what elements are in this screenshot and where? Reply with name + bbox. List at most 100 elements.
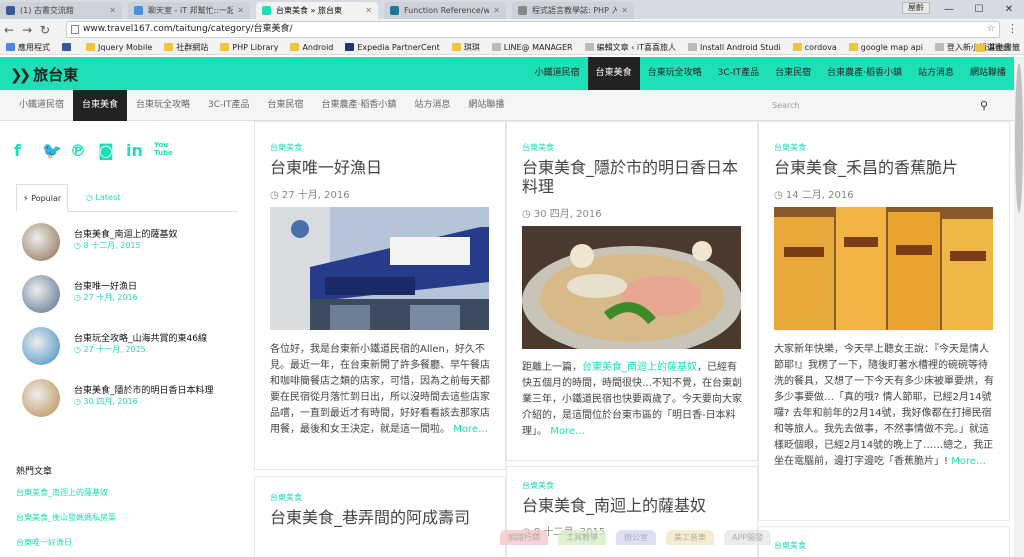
post-image[interactable]	[774, 207, 993, 330]
bookmark-item[interactable]: Android	[290, 43, 333, 52]
reload-icon[interactable]: ↻	[36, 23, 54, 37]
sub-nav-item[interactable]: 網站聯播	[459, 90, 513, 121]
bookmark-item[interactable]: 琪琪	[451, 42, 480, 53]
sub-nav-item[interactable]: 小鐵道民宿	[10, 90, 73, 121]
more-link[interactable]: More…	[453, 424, 488, 435]
post-title[interactable]: 台東唯一好漁日	[270, 158, 490, 177]
bookmark-item[interactable]: Jquery Mobile	[86, 43, 152, 52]
hot-article-link[interactable]: 台東唯一好漁日	[16, 537, 116, 557]
post-title[interactable]: 台東美食_南迴上的薩基奴	[522, 496, 748, 515]
bookmark-item[interactable]: Expedia PartnerCent	[345, 43, 440, 52]
post-category[interactable]: 台東美食	[270, 492, 302, 503]
floating-tag[interactable]: 辦公室	[616, 530, 656, 545]
browser-tab[interactable]: (1) 古書交流館 ✕	[0, 2, 122, 19]
main-nav-item[interactable]: 3C-IT產品	[710, 57, 767, 90]
post-title[interactable]: 台東美食_隱於市的明日香日本料理	[522, 158, 748, 196]
pinterest-icon[interactable]: ℗	[70, 141, 98, 160]
main-nav-item[interactable]: 台東民宿	[767, 57, 819, 90]
post-thumbnail[interactable]	[22, 327, 60, 365]
main-nav-item[interactable]: 網站聯播	[962, 57, 1014, 90]
bookmark-item[interactable]	[62, 43, 74, 51]
post-title[interactable]: 台東美食_巷弄間的阿成壽司	[270, 508, 490, 527]
sub-nav-item[interactable]: 台東民宿	[258, 90, 312, 121]
site-logo[interactable]: ❯❯ 旅台東	[10, 64, 78, 85]
scrollbar-thumb[interactable]	[1015, 63, 1023, 213]
sub-nav-item[interactable]: 台東農產·稻香小鎮	[312, 90, 405, 121]
bookmark-item[interactable]: 應用程式	[6, 42, 50, 53]
twitter-icon[interactable]: 🐦	[42, 141, 70, 160]
bookmark-item[interactable]: 社群網站	[164, 42, 208, 53]
post-category[interactable]: 台東美食	[522, 480, 554, 491]
tab-close-icon[interactable]: ✕	[365, 6, 372, 15]
youtube-icon[interactable]: You Tube	[154, 141, 182, 160]
more-link[interactable]: More…	[550, 426, 585, 437]
floating-tag[interactable]: APP開發	[724, 530, 772, 545]
floating-tag[interactable]: 美工音樂	[666, 530, 714, 545]
popular-post[interactable]: 台東美食_隱於市的明日香日本料理 ◷ 30 四月, 2016	[22, 377, 242, 429]
sub-nav-item[interactable]: 3C-IT產品	[199, 90, 258, 121]
bookmark-item[interactable]: cordova	[792, 43, 837, 52]
browser-tab[interactable]: 程式語言教學誌: PHP 入 ✕	[512, 2, 634, 19]
maximize-icon[interactable]: ☐	[964, 4, 994, 15]
tab-close-icon[interactable]: ✕	[237, 6, 244, 15]
search-icon[interactable]: ⚲	[980, 97, 988, 114]
main-nav-item[interactable]: 站方消息	[910, 57, 962, 90]
search-input[interactable]: Search	[772, 101, 799, 110]
tab-latest[interactable]: ◷ Latest	[80, 184, 126, 212]
popular-post[interactable]: 台東美食_南迴上的薩基奴 ◷ 8 十二月, 2015	[22, 221, 242, 273]
sub-nav-item[interactable]: 站方消息	[405, 90, 459, 121]
hot-article-link[interactable]: 台東美食_南迴上的薩基奴	[16, 487, 116, 512]
tab-popular[interactable]: ⚡ Popular	[16, 184, 69, 212]
tab-close-icon[interactable]: ✕	[621, 6, 628, 15]
forward-icon[interactable]: →	[18, 23, 36, 37]
post-category[interactable]: 台東美食	[522, 142, 554, 153]
post-thumbnail[interactable]	[22, 275, 60, 313]
bookmark-item[interactable]: Install Android Studi	[688, 43, 781, 52]
bookmark-item[interactable]: LINE@ MANAGER	[491, 43, 573, 52]
browser-tab[interactable]: 台東美食 » 旅台東 ✕	[256, 2, 378, 19]
floating-tag[interactable]: 工具教學	[558, 530, 606, 545]
hot-article-link[interactable]: 台東美食_後山發媽媽私房菜	[16, 512, 116, 537]
browser-tab[interactable]: 聊天室 - iT 邦幫忙::一起幫✕	[128, 2, 250, 19]
floating-tag[interactable]: 網路行銷	[500, 530, 548, 545]
post-title[interactable]: 台東美食_禾昌的香蕉脆片	[774, 158, 1000, 177]
popular-post-title[interactable]: 台東玩全攻略_山海共賞的東46線	[74, 331, 207, 344]
post-thumbnail[interactable]	[22, 223, 60, 261]
browser-menu-icon[interactable]: ⋮	[1007, 22, 1018, 35]
sub-nav-item[interactable]: 台東美食	[73, 90, 128, 121]
close-icon[interactable]: ✕	[994, 4, 1024, 15]
page-scrollbar[interactable]	[1014, 57, 1024, 557]
bookmark-item[interactable]: PHP Library	[220, 43, 278, 52]
address-bar[interactable]: www.travel167.com/taitung/category/台東美食/…	[66, 21, 1000, 38]
popular-post-title[interactable]: 台東唯一好漁日	[74, 279, 137, 292]
post-image[interactable]	[270, 207, 489, 330]
post-thumbnail[interactable]	[22, 379, 60, 417]
main-nav-item[interactable]: 台東美食	[587, 57, 640, 90]
more-link[interactable]: More…	[951, 456, 986, 467]
popular-post-title[interactable]: 台東美食_南迴上的薩基奴	[74, 227, 178, 240]
main-nav-item[interactable]: 小鐵道民宿	[527, 57, 588, 90]
main-nav-item[interactable]: 台東農產·稻香小鎮	[819, 57, 910, 90]
browser-tab[interactable]: Function Reference/wp ✕	[384, 2, 506, 19]
back-icon[interactable]: ←	[0, 23, 18, 37]
search-field[interactable]: Search ⚲	[772, 97, 992, 114]
profile-chip[interactable]: 屋齡	[902, 2, 930, 14]
bookmark-item[interactable]: google map api	[848, 43, 923, 52]
main-nav-item[interactable]: 台東玩全攻略	[640, 57, 710, 90]
minimize-icon[interactable]: —	[934, 4, 964, 15]
popular-post-title[interactable]: 台東美食_隱於市的明日香日本料理	[74, 383, 214, 396]
facebook-icon[interactable]: f	[14, 141, 42, 160]
tab-close-icon[interactable]: ✕	[109, 6, 116, 15]
post-category[interactable]: 台東美食	[774, 142, 806, 153]
post-category[interactable]: 台東美食	[270, 142, 302, 153]
tab-close-icon[interactable]: ✕	[493, 6, 500, 15]
sub-nav-item[interactable]: 台東玩全攻略	[127, 90, 199, 121]
bookmark-star-icon[interactable]: ☆	[987, 22, 995, 37]
popular-post[interactable]: 台東玩全攻略_山海共賞的東46線 ◷ 27 十一月, 2015	[22, 325, 242, 377]
instagram-icon[interactable]: ◙	[98, 141, 126, 160]
post-image[interactable]	[522, 226, 741, 349]
popular-post[interactable]: 台東唯一好漁日 ◷ 27 十月, 2016	[22, 273, 242, 325]
linkedin-icon[interactable]: in	[126, 141, 154, 160]
other-bookmarks[interactable]: 其他書籤	[976, 40, 1020, 55]
bookmark-item[interactable]: 編輯文章 ‹ iT喜喜旅人	[584, 42, 676, 53]
